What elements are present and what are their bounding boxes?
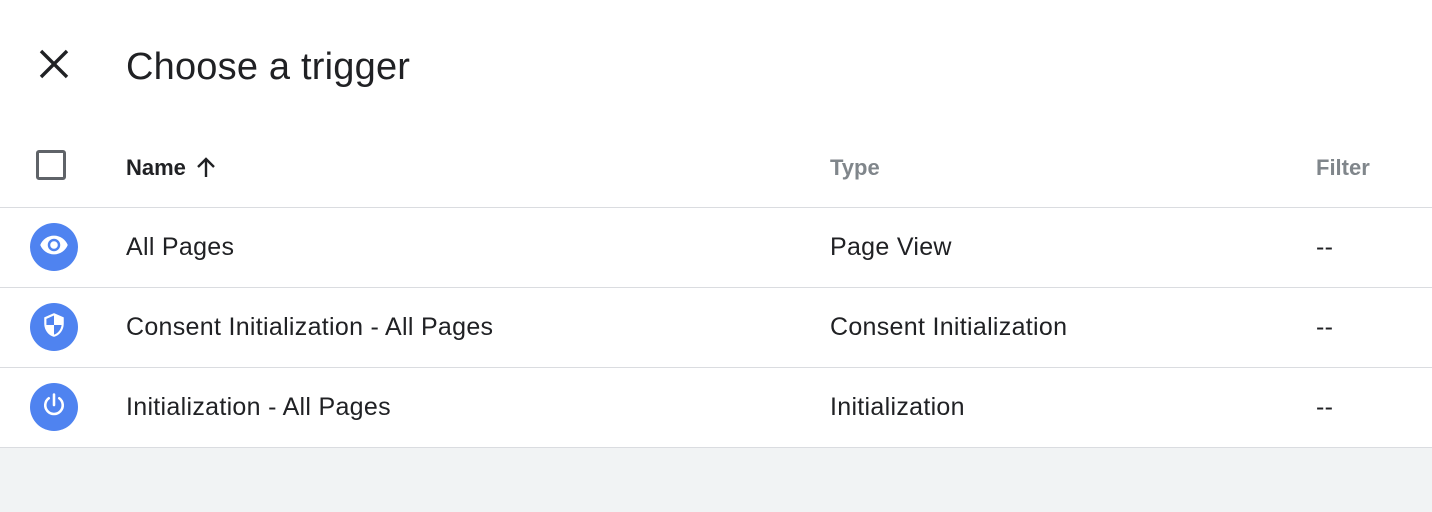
table-row[interactable]: Initialization - All Pages Initializatio… [0, 368, 1432, 448]
dialog-header: Choose a trigger [0, 0, 1432, 128]
table-header: Name Type Filter [0, 128, 1432, 208]
trigger-type-badge [30, 303, 78, 351]
trigger-type-badge [30, 383, 78, 431]
trigger-type: Initialization [830, 393, 965, 421]
trigger-name[interactable]: All Pages [126, 232, 234, 262]
trigger-picker-panel: Choose a trigger Name Type Filter All Pa… [0, 0, 1432, 448]
trigger-name[interactable]: Initialization - All Pages [126, 392, 391, 422]
trigger-name[interactable]: Consent Initialization - All Pages [126, 312, 493, 342]
select-all-checkbox[interactable] [36, 150, 66, 180]
close-button[interactable] [30, 42, 78, 90]
table-row[interactable]: Consent Initialization - All Pages Conse… [0, 288, 1432, 368]
table-row[interactable]: All Pages Page View -- [0, 208, 1432, 288]
trigger-type: Consent Initialization [830, 313, 1068, 341]
arrow-up-icon[interactable] [194, 156, 218, 180]
trigger-filter: -- [1316, 233, 1334, 261]
trigger-type-badge [30, 223, 78, 271]
close-icon[interactable] [38, 48, 70, 85]
dialog-title: Choose a trigger [126, 46, 411, 88]
trigger-filter: -- [1316, 393, 1334, 421]
column-header-name[interactable]: Name [126, 154, 218, 182]
power-icon [40, 391, 68, 424]
eye-icon [39, 230, 69, 265]
trigger-filter: -- [1316, 313, 1334, 341]
column-header-name-label: Name [126, 155, 186, 180]
column-header-type[interactable]: Type [830, 154, 880, 182]
trigger-type: Page View [830, 233, 952, 261]
shield-icon [41, 312, 67, 343]
column-header-filter[interactable]: Filter [1316, 154, 1370, 182]
